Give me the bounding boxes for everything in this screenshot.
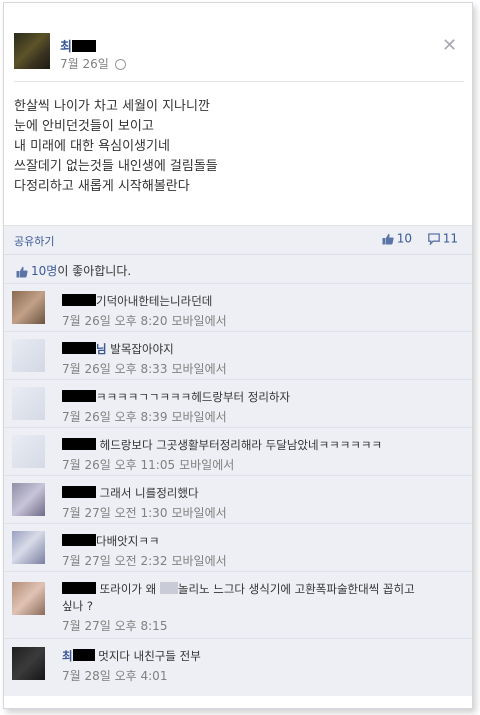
comment-via: 모바일에서 [179, 458, 235, 472]
likes-summary: 10명이 좋아합니다. [16, 262, 131, 279]
comment-time[interactable]: 7월 27일 오전 2:32 [62, 554, 167, 568]
comment-item: 님 발목잡아야지 7월 26일 오후 8:33 모바일에서 [4, 331, 472, 379]
action-bar: 공유하기 10 11 [4, 225, 472, 254]
comment-time[interactable]: 7월 26일 오후 8:39 [62, 410, 167, 424]
comment-text: 헤드랑보다 그곳생활부터정리해라 두달남았네ㅋㅋㅋㅋㅋㅋ [96, 438, 383, 452]
comment-item: 그래서 니를정리했다 7월 27일 오전 1:30 모바일에서 [4, 475, 472, 523]
comment-via: 모바일에서 [171, 506, 227, 520]
comment-meta: 7월 27일 오후 8:15 [62, 618, 462, 635]
post-line: 내 미래에 대한 욕심이생기네 [14, 139, 170, 154]
commenter-avatar[interactable] [12, 291, 45, 324]
comment-icon[interactable] [427, 232, 440, 245]
likes-count-link[interactable]: 10명 [31, 264, 57, 278]
comment-via: 모바일에서 [171, 314, 227, 328]
post-line: 한살씩 나이가 차고 세월이 지나니깐 [14, 99, 210, 114]
commenter-avatar[interactable] [12, 531, 45, 564]
post-line: 쓰잘데기 없는것들 내인생에 걸림돌들 [14, 159, 218, 174]
comment-body: 또라이가 왜 놀리노 느그다 생식기에 고환폭파술한대씩 꼽히고싶나 ? 7월 … [62, 581, 462, 635]
comment-item: 헤드랑보다 그곳생활부터정리해라 두달남았네ㅋㅋㅋㅋㅋㅋ 7월 26일 오후 1… [4, 427, 472, 475]
commenter-name-redaction[interactable] [62, 390, 96, 402]
comment-time[interactable]: 7월 26일 오후 8:33 [62, 362, 167, 376]
comment-text: 또라이가 왜 [96, 582, 160, 596]
comment-body: 님 발목잡아야지 7월 26일 오후 8:33 모바일에서 [62, 341, 462, 378]
comment-body: ㅋㅋㅋㅋㄱㄱㅋㅋㅋ헤드랑부터 정리하자 7월 26일 오후 8:39 모바일에서 [62, 389, 462, 426]
commenter-avatar[interactable] [12, 339, 45, 372]
author-name-text[interactable]: 최 [60, 40, 72, 55]
post-date[interactable]: 7월 26일 [60, 57, 109, 71]
post-body: 한살씩 나이가 차고 세월이 지나니깐 눈에 안비던것들이 보이고 내 미래에 … [14, 97, 454, 197]
likes-suffix: 이 좋아합니다. [57, 264, 132, 278]
comment-item: 또라이가 왜 놀리노 느그다 생식기에 고환폭파술한대씩 꼽히고싶나 ? 7월 … [4, 571, 472, 638]
commenter-name-redaction[interactable] [62, 486, 96, 498]
comment-meta: 7월 26일 오후 11:05 모바일에서 [62, 457, 462, 474]
comment-time[interactable]: 7월 26일 오후 11:05 [62, 458, 175, 472]
comment-text: ㅋㅋㅋㅋㄱㄱㅋㅋㅋ헤드랑부터 정리하자 [96, 390, 291, 404]
comment-item: 최 멋지다 내친구들 전부 7월 28일 오후 4:01 [4, 638, 472, 696]
thumbs-up-icon[interactable] [382, 233, 394, 245]
thumbs-up-icon [16, 266, 28, 277]
comment-via: 모바일에서 [171, 362, 227, 376]
comment-count[interactable]: 11 [443, 232, 458, 246]
comment-text-end: 싶나 ? [62, 599, 93, 613]
comment-meta: 7월 27일 오전 2:32 모바일에서 [62, 553, 462, 570]
comment-via: 모바일에서 [171, 554, 227, 568]
commenter-name-redaction[interactable] [62, 438, 96, 450]
comment-meta: 7월 28일 오후 4:01 [62, 668, 462, 685]
commenter-avatar[interactable] [12, 647, 45, 680]
commenter-name-redaction[interactable] [72, 649, 95, 661]
comment-item: 다배앗지ㅋㅋ 7월 27일 오전 2:32 모바일에서 [4, 523, 472, 571]
comment-meta: 7월 26일 오후 8:33 모바일에서 [62, 361, 462, 378]
comment-text: 멋지다 내친구들 전부 [94, 649, 201, 663]
header-divider [14, 81, 464, 82]
comment-meta: 7월 27일 오전 1:30 모바일에서 [62, 505, 462, 522]
share-link[interactable]: 공유하기 [14, 233, 54, 249]
comment-body: 기덕아내한테는니라던데 7월 26일 오후 8:20 모바일에서 [62, 293, 462, 330]
like-count[interactable]: 10 [397, 232, 412, 246]
post-line: 눈에 안비던것들이 보이고 [14, 119, 154, 134]
post-header: 최 7월 26일 [14, 33, 464, 81]
comment-time[interactable]: 7월 27일 오전 1:30 [62, 506, 167, 520]
commenter-name-redaction[interactable] [62, 342, 96, 354]
comment-time[interactable]: 7월 26일 오후 8:20 [62, 314, 167, 328]
comment-list: 기덕아내한테는니라던데 7월 26일 오후 8:20 모바일에서 님 발목잡아야지… [4, 283, 472, 696]
comment-item: 기덕아내한테는니라던데 7월 26일 오후 8:20 모바일에서 [4, 283, 472, 331]
commenter-name-suffix[interactable]: 님 [96, 342, 107, 356]
comment-body: 그래서 니를정리했다 7월 27일 오전 1:30 모바일에서 [62, 485, 462, 522]
author-name-redaction [71, 40, 96, 52]
comment-text: 발목잡아야지 [106, 342, 174, 356]
post-card: 최 7월 26일 ✕ 한살씩 나이가 차고 세월이 지나니깐 눈에 안비던것들이… [3, 2, 473, 709]
comment-text: 다배앗지ㅋㅋ [96, 534, 160, 548]
comment-body: 최 멋지다 내친구들 전부 7월 28일 오후 4:01 [62, 648, 462, 685]
comment-text: 기덕아내한테는니라던데 [96, 294, 213, 308]
comment-meta: 7월 26일 오후 8:39 모바일에서 [62, 409, 462, 426]
comment-text-cont: 놀리노 느그다 생식기에 고환폭파술한대씩 꼽히고 [177, 582, 415, 596]
commenter-name-redaction[interactable] [62, 534, 96, 546]
comment-meta: 7월 26일 오후 8:20 모바일에서 [62, 313, 462, 330]
commenter-avatar[interactable] [12, 387, 45, 420]
author-name[interactable]: 최 [60, 36, 96, 55]
commenter-avatar[interactable] [12, 483, 45, 516]
comment-body: 다배앗지ㅋㅋ 7월 27일 오전 2:32 모바일에서 [62, 533, 462, 570]
commenter-avatar[interactable] [12, 435, 45, 468]
commenter-name-redaction[interactable] [62, 582, 96, 594]
commenter-avatar[interactable] [12, 582, 45, 615]
close-icon[interactable]: ✕ [442, 35, 457, 56]
likes-row: 10명이 좋아합니다. [4, 254, 472, 283]
comment-text: 그래서 니를정리했다 [96, 486, 199, 500]
comment-via: 모바일에서 [171, 410, 227, 424]
commenter-name[interactable]: 최 [62, 649, 73, 663]
comment-time[interactable]: 7월 28일 오후 4:01 [62, 669, 167, 683]
globe-icon [114, 59, 126, 70]
blurred-word [159, 582, 178, 594]
engagement-counts: 10 11 [382, 231, 458, 246]
comment-item: ㅋㅋㅋㅋㄱㄱㅋㅋㅋ헤드랑부터 정리하자 7월 26일 오후 8:39 모바일에서 [4, 379, 472, 427]
comment-body: 헤드랑보다 그곳생활부터정리해라 두달남았네ㅋㅋㅋㅋㅋㅋ 7월 26일 오후 1… [62, 437, 462, 474]
commenter-name-redaction[interactable] [62, 294, 96, 306]
comment-time[interactable]: 7월 27일 오후 8:15 [62, 619, 167, 633]
post-meta: 7월 26일 [60, 55, 126, 72]
post-line: 다정리하고 새롭게 시작해볼란다 [14, 179, 190, 194]
author-avatar[interactable] [14, 33, 50, 69]
